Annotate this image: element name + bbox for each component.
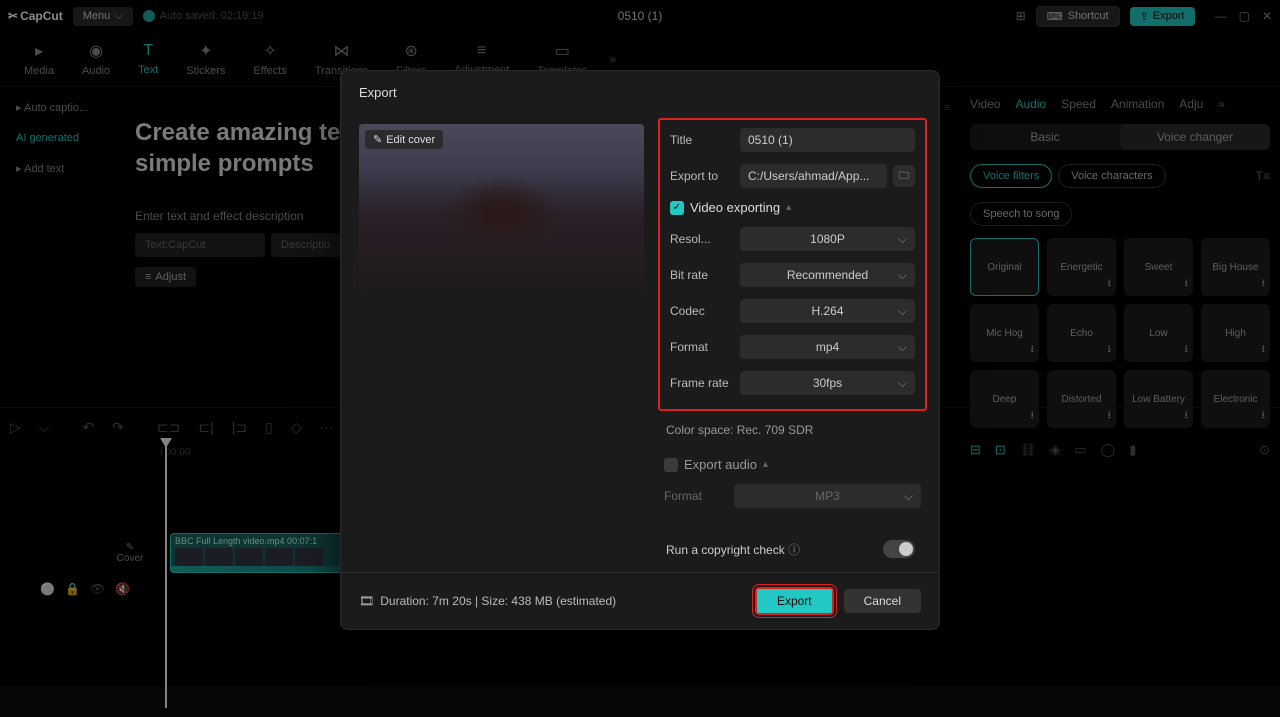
colorspace-info: Color space: Rec. 709 SDR — [664, 421, 921, 451]
cancel-button[interactable]: Cancel — [844, 589, 921, 613]
title-label: Title — [670, 133, 740, 147]
bitrate-label: Bit rate — [670, 268, 740, 282]
export-confirm-button[interactable]: Export — [755, 587, 834, 615]
film-icon: 🎞 — [359, 594, 374, 608]
highlight-box: Title 0510 (1) Export to C:/Users/ahmad/… — [658, 118, 927, 411]
format-select[interactable]: mp4 — [740, 335, 915, 359]
fps-label: Frame rate — [670, 376, 740, 390]
title-input[interactable]: 0510 (1) — [740, 128, 915, 152]
audio-format-label: Format — [664, 489, 734, 503]
expand-icon[interactable]: ▴ — [786, 202, 791, 213]
copyright-label: Run a copyright check — [666, 543, 785, 557]
export-preview: ✎Edit cover — [359, 124, 644, 289]
folder-icon: 🗀 — [899, 167, 910, 186]
dialog-title: Export — [341, 71, 939, 114]
checkbox-off-icon[interactable] — [664, 458, 678, 472]
exportto-label: Export to — [670, 169, 740, 183]
codec-label: Codec — [670, 304, 740, 318]
pencil-icon: ✎ — [373, 133, 382, 146]
codec-select[interactable]: H.264 — [740, 299, 915, 323]
info-icon[interactable]: ⓘ — [788, 543, 800, 557]
export-dialog: Export ✎Edit cover Title 0510 (1) Export… — [340, 70, 940, 630]
expand-icon[interactable]: ▴ — [763, 459, 768, 470]
edit-cover-button[interactable]: ✎Edit cover — [365, 130, 443, 149]
resolution-select[interactable]: 1080P — [740, 227, 915, 251]
exportto-input[interactable]: C:/Users/ahmad/App... — [740, 164, 887, 188]
copyright-toggle[interactable] — [883, 540, 915, 558]
audio-format-select: MP3 — [734, 484, 921, 508]
bitrate-select[interactable]: Recommended — [740, 263, 915, 287]
resolution-label: Resol... — [670, 232, 740, 246]
video-export-section[interactable]: ✓ Video exporting ▴ — [670, 200, 915, 215]
format-label: Format — [670, 340, 740, 354]
fps-select[interactable]: 30fps — [740, 371, 915, 395]
browse-folder-button[interactable]: 🗀 — [893, 165, 915, 187]
export-info: 🎞Duration: 7m 20s | Size: 438 MB (estima… — [359, 594, 616, 608]
checkbox-on-icon[interactable]: ✓ — [670, 201, 684, 215]
audio-export-section[interactable]: Export audio ▴ — [664, 457, 921, 472]
